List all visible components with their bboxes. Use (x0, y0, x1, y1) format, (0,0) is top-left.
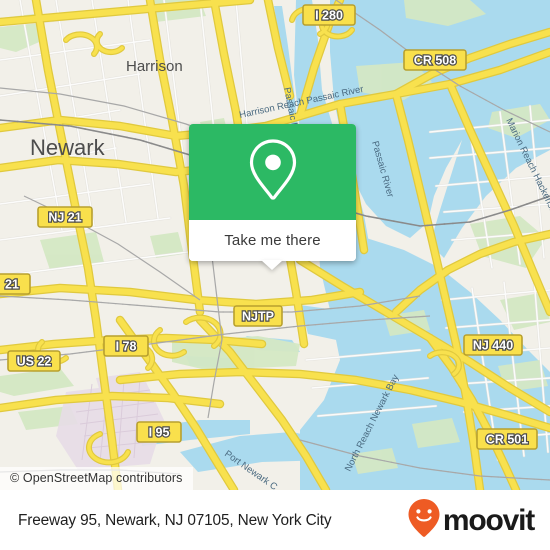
shield-i-280: I 280 (302, 4, 356, 26)
svg-text:CR 508: CR 508 (414, 54, 456, 68)
moovit-smiley-pin-icon (407, 498, 441, 543)
osm-attribution-text: © OpenStreetMap contributors (10, 471, 183, 485)
svg-text:NJ 440: NJ 440 (473, 339, 513, 353)
shield-njtp: NJTP (233, 305, 283, 327)
shield-nj-21: NJ 21 (37, 206, 93, 228)
popup-tail (261, 260, 283, 270)
shield-nj-440: NJ 440 (463, 334, 523, 356)
moovit-wordmark: moovit (442, 503, 535, 537)
take-me-there-button[interactable]: Take me there (189, 220, 356, 261)
popup-header (189, 124, 356, 220)
svg-text:I 95: I 95 (149, 426, 170, 440)
shield-i-95: I 95 (136, 421, 182, 443)
shield-21-clipped: 21 (0, 273, 31, 295)
address-title: Freeway 95, Newark, NJ 07105, New York C… (18, 511, 332, 529)
svg-text:CR 501: CR 501 (486, 433, 528, 447)
place-label-harrison: Harrison (126, 58, 183, 75)
shield-cr-501: CR 501 (476, 428, 538, 450)
map-popup-card[interactable]: Take me there (189, 124, 356, 270)
svg-text:21: 21 (5, 278, 19, 292)
svg-text:I 280: I 280 (315, 9, 343, 23)
take-me-there-label: Take me there (224, 232, 321, 249)
popup-body: Take me there (189, 124, 356, 261)
footer-bar: Freeway 95, Newark, NJ 07105, New York C… (0, 490, 550, 550)
shield-us-22: US 22 (7, 350, 61, 372)
svg-text:NJTP: NJTP (242, 310, 274, 324)
location-pin-icon (245, 137, 301, 208)
shield-cr-508: CR 508 (403, 49, 467, 71)
svg-text:I 78: I 78 (116, 340, 137, 354)
osm-attribution[interactable]: © OpenStreetMap contributors (0, 467, 193, 490)
shield-i-78-left: I 78 (103, 335, 149, 357)
place-label-newark: Newark (30, 135, 106, 160)
moovit-brand[interactable]: moovit (407, 498, 535, 543)
moovit-map-screenshot: .w { fill:#aadaee; } .pk { fill:#d4e8c4;… (0, 0, 550, 550)
svg-text:NJ 21: NJ 21 (48, 211, 81, 225)
svg-text:US 22: US 22 (17, 355, 52, 369)
